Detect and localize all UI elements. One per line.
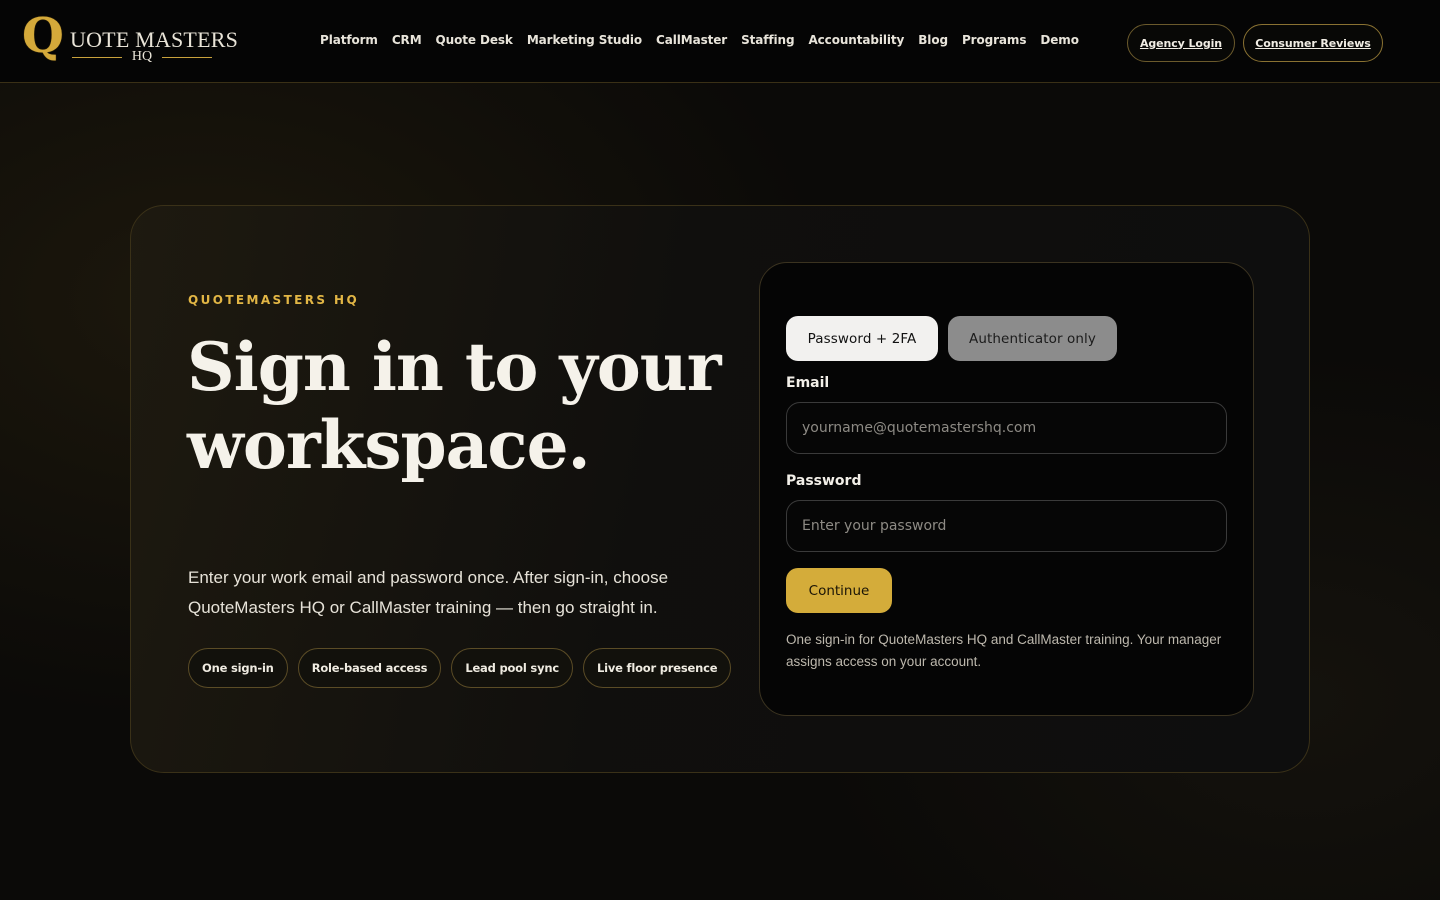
tab-authenticator-only[interactable]: Authenticator only xyxy=(948,316,1117,361)
logo-hq: HQ xyxy=(72,50,212,64)
logo-q-mark: Q xyxy=(22,8,64,64)
email-label: Email xyxy=(786,375,830,391)
main-nav: Platform CRM Quote Desk Marketing Studio… xyxy=(320,33,1079,47)
continue-button[interactable]: Continue xyxy=(786,568,892,613)
nav-programs[interactable]: Programs xyxy=(962,33,1027,47)
nav-demo[interactable]: Demo xyxy=(1040,33,1079,47)
chip-lead-pool-sync: Lead pool sync xyxy=(451,648,573,688)
sign-in-card: QUOTEMASTERS HQ Sign in to your workspac… xyxy=(130,205,1310,773)
consumer-reviews-button[interactable]: Consumer Reviews xyxy=(1243,24,1383,62)
eyebrow-label: QUOTEMASTERS HQ xyxy=(188,293,360,307)
email-field[interactable] xyxy=(786,402,1227,454)
chip-one-sign-in: One sign-in xyxy=(188,648,288,688)
sign-in-note: One sign-in for QuoteMasters HQ and Call… xyxy=(786,632,1222,669)
nav-crm[interactable]: CRM xyxy=(392,33,422,47)
nav-callmaster[interactable]: CallMaster xyxy=(656,33,727,47)
nav-staffing[interactable]: Staffing xyxy=(741,33,794,47)
page-title: Sign in to your workspace. xyxy=(187,328,722,484)
nav-platform[interactable]: Platform xyxy=(320,33,378,47)
nav-blog[interactable]: Blog xyxy=(918,33,948,47)
auth-method-tabs: Password + 2FA Authenticator only xyxy=(786,316,1117,361)
top-navigation-bar: Q UOTE MASTERS HQ Platform CRM Quote Des… xyxy=(0,0,1440,83)
chip-role-based-access: Role-based access xyxy=(297,648,442,688)
feature-chips: One sign-in Role-based access Lead pool … xyxy=(188,648,732,688)
quotemasters-logo[interactable]: Q UOTE MASTERS HQ xyxy=(22,12,238,68)
password-field[interactable] xyxy=(786,500,1227,552)
nav-quote-desk[interactable]: Quote Desk xyxy=(436,33,513,47)
nav-marketing-studio[interactable]: Marketing Studio xyxy=(527,33,642,47)
sign-in-form-panel: Password + 2FA Authenticator only Email … xyxy=(759,262,1254,716)
tab-password-2fa[interactable]: Password + 2FA xyxy=(786,316,938,361)
chip-live-floor-presence: Live floor presence xyxy=(582,648,732,688)
agency-login-button[interactable]: Agency Login xyxy=(1127,24,1235,62)
password-label: Password xyxy=(786,473,862,489)
intro-text: Enter your work email and password once.… xyxy=(188,568,669,617)
nav-accountability[interactable]: Accountability xyxy=(808,33,904,47)
